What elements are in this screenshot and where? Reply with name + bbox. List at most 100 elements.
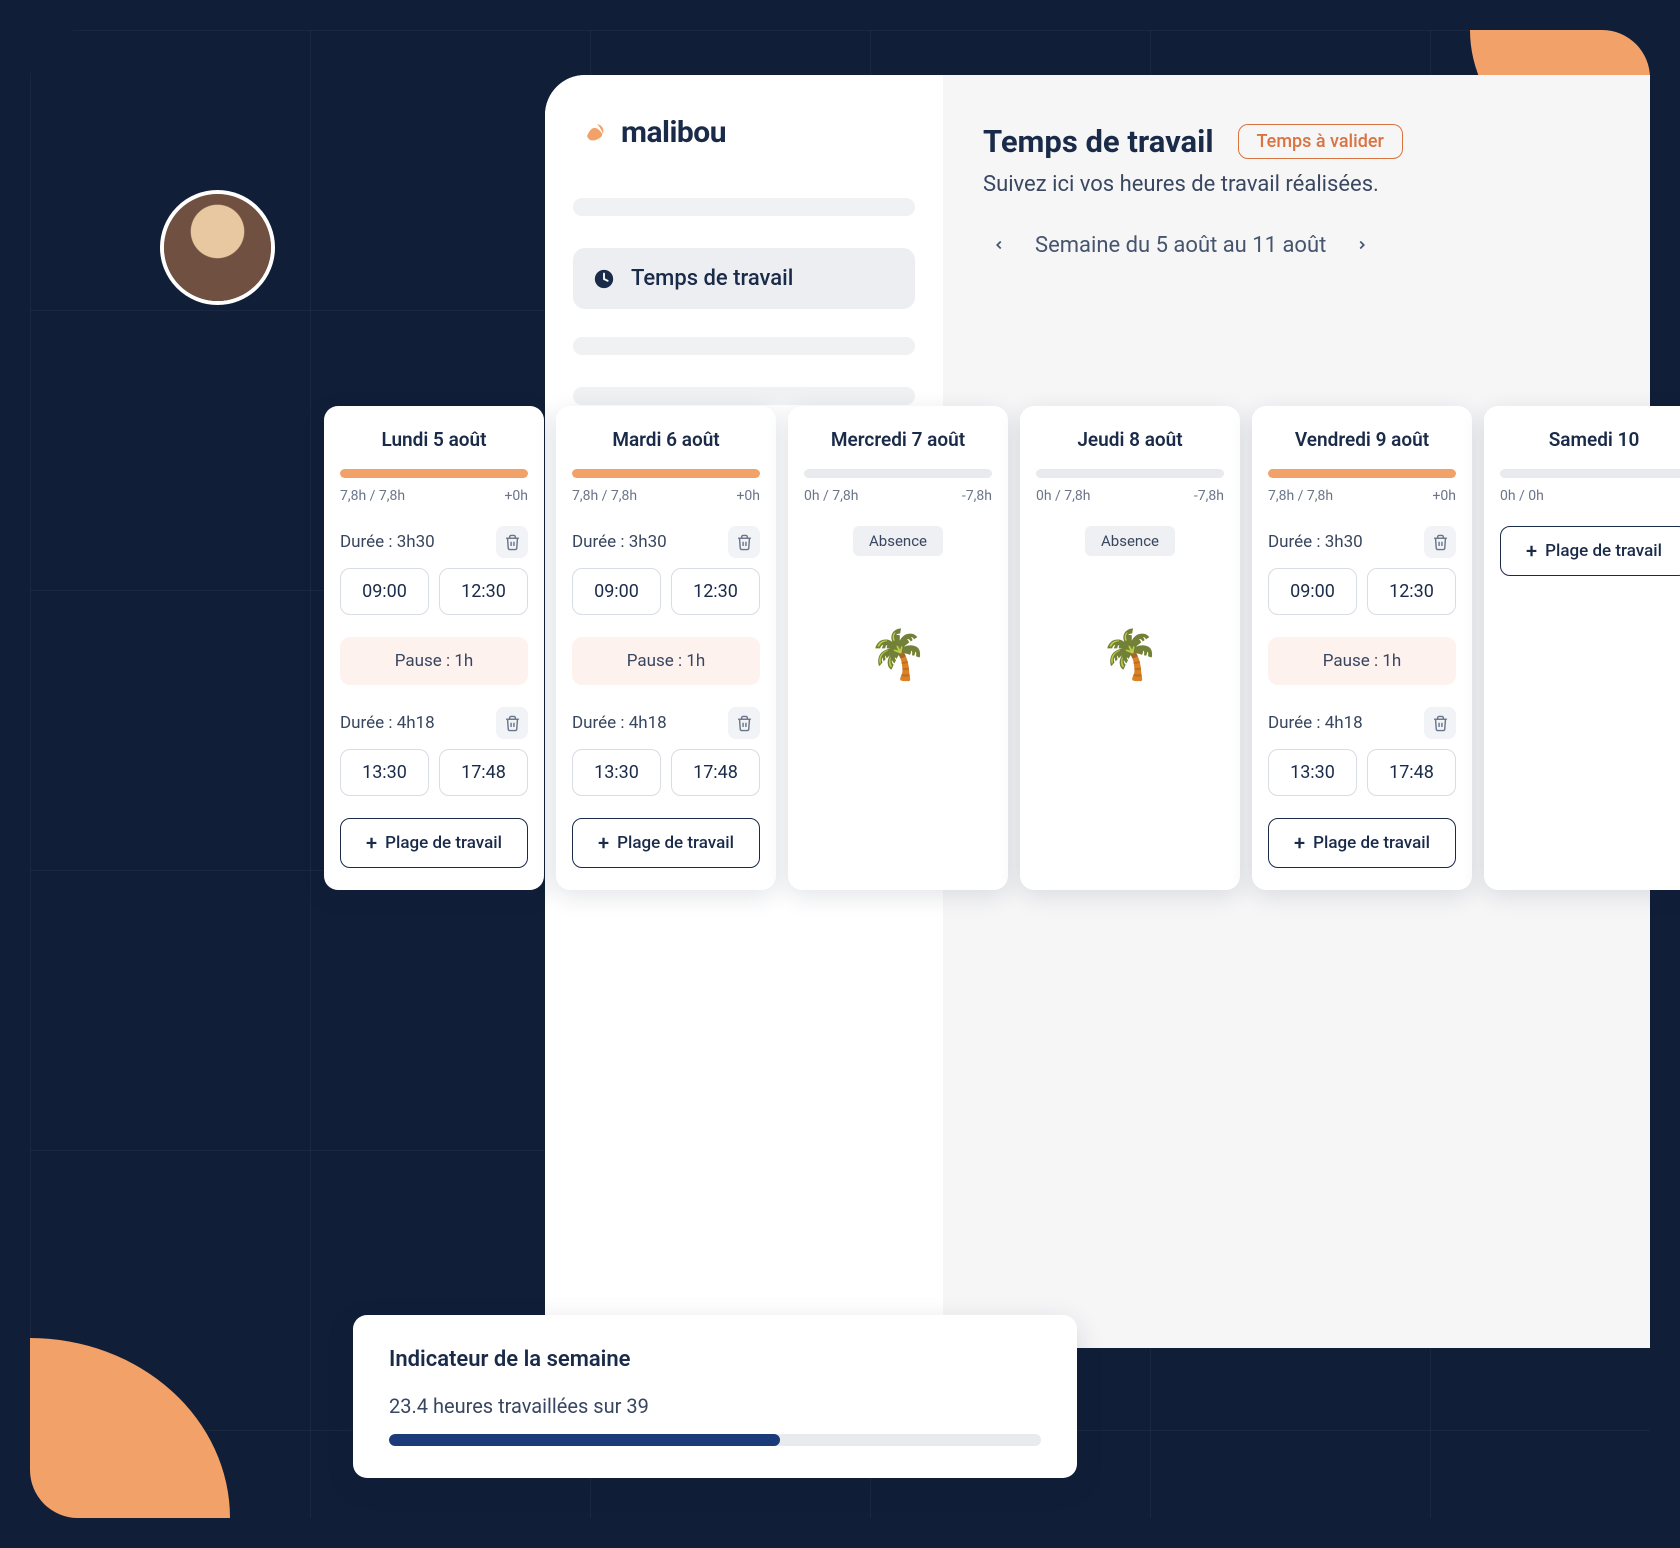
add-slot-button[interactable]: + Plage de travail [1268,818,1456,868]
add-slot-button[interactable]: +Plage de travail [340,818,528,868]
day-title: Lundi 5 août [340,428,528,451]
end-time-input[interactable]: 17:48 [671,749,760,796]
absence-badge: Absence [853,526,943,556]
day-progress-bar [1036,469,1224,478]
validate-badge[interactable]: Temps à valider [1238,124,1403,159]
delta-label: +0h [504,488,528,504]
nav-item-time-tracking[interactable]: Temps de travail [573,248,915,309]
delta-label: -7,8h [1194,488,1224,504]
start-time-input[interactable]: 13:30 [340,749,429,796]
time-inputs: 09:0012:30 [340,568,528,615]
plus-icon: + [1526,541,1537,561]
slot-duration-row: Durée : 4h18 [1268,707,1456,739]
day-title: Vendredi 9 août [1268,428,1456,451]
delete-slot-button[interactable] [1424,707,1456,739]
add-slot-label: Plage de travail [1545,541,1662,561]
day-title: Samedi 10 [1500,428,1680,451]
page-title: Temps de travail [983,123,1214,160]
day-progress-bar [572,469,760,478]
start-time-input[interactable]: 13:30 [572,749,661,796]
day-progress-bar [340,469,528,478]
logo[interactable]: malibou [573,115,915,150]
worked-label: 0h / 7,8h [1036,488,1091,504]
add-slot-button[interactable]: +Plage de travail [572,818,760,868]
day-progress-labels: 0h / 7,8h-7,8h [804,488,992,504]
day-card: Mercredi 7 août 0h / 7,8h-7,8h Absence 🌴 [788,406,1008,890]
add-slot-label: Plage de travail [617,833,734,853]
palm-tree-icon: 🌴 [804,626,992,683]
slot-duration-label: Durée : 4h18 [340,713,435,733]
prev-week-button[interactable] [983,229,1015,261]
end-time-input[interactable]: 12:30 [1367,568,1456,615]
start-time-input[interactable]: 09:00 [1268,568,1357,615]
plus-icon: + [1294,833,1305,853]
delta-label: +0h [736,488,760,504]
logo-text: malibou [621,115,726,150]
palm-tree-icon: 🌴 [1036,626,1224,683]
start-time-input[interactable]: 13:30 [1268,749,1357,796]
indicator-progress-bar [389,1434,1041,1446]
days-strip: Lundi 5 août 7,8h / 7,8h +0h Durée : 3h30 09… [324,406,1680,890]
nav-placeholder [573,198,915,216]
worked-label: 7,8h / 7,8h [1268,488,1333,504]
day-title: Mercredi 7 août [804,428,992,451]
slot-duration-row: Durée : 3h30 [340,526,528,558]
day-progress-labels: 7,8h / 7,8h +0h [1268,488,1456,504]
day-card: Mardi 6 août 7,8h / 7,8h +0h Durée : 3h30 09… [556,406,776,890]
page-subtitle: Suivez ici vos heures de travail réalisé… [983,172,1650,197]
delete-slot-button[interactable] [496,526,528,558]
day-progress-fill [572,469,760,478]
day-progress-bar [804,469,992,478]
add-slot-button[interactable]: + Plage de travail [1500,526,1680,576]
add-slot-label: Plage de travail [1313,833,1430,853]
indicator-progress-fill [389,1434,780,1446]
pause-label: Pause : 1h [1268,637,1456,685]
week-indicator-card: Indicateur de la semaine 23.4 heures tra… [353,1315,1077,1478]
slot-duration-label: Durée : 4h18 [1268,713,1363,733]
slot-duration-label: Durée : 3h30 [572,532,667,552]
start-time-input[interactable]: 09:00 [572,568,661,615]
pause-label: Pause : 1h [340,637,528,685]
slot-duration-label: Durée : 4h18 [572,713,667,733]
slot-duration-row: Durée : 4h18 [572,707,760,739]
delete-slot-button[interactable] [1424,526,1456,558]
day-progress-labels: 7,8h / 7,8h +0h [340,488,528,504]
time-inputs: 13:3017:48 [340,749,528,796]
day-card: Jeudi 8 août 0h / 7,8h -7,8h Absence 🌴 [1020,406,1240,890]
delete-slot-button[interactable] [496,707,528,739]
week-label: Semaine du 5 août au 11 août [1035,233,1326,258]
delta-label: -7,8h [962,488,992,504]
day-title: Mardi 6 août [572,428,760,451]
day-progress-fill [340,469,528,478]
day-progress-bar [1500,469,1680,478]
nav-placeholder [573,387,915,405]
day-progress-bar [1268,469,1456,478]
next-week-button[interactable] [1346,229,1378,261]
end-time-input[interactable]: 17:48 [1367,749,1456,796]
clock-icon [593,268,615,290]
absence-badge-wrap: Absence [1036,526,1224,556]
end-time-input[interactable]: 12:30 [671,568,760,615]
worked-label: 7,8h / 7,8h [340,488,405,504]
worked-label: 7,8h / 7,8h [572,488,637,504]
end-time-input[interactable]: 12:30 [439,568,528,615]
day-card: Samedi 10 0h / 0h + Plage de travail [1484,406,1680,890]
day-title: Jeudi 8 août [1036,428,1224,451]
start-time-input[interactable]: 09:00 [340,568,429,615]
time-inputs: 09:0012:30 [572,568,760,615]
day-card: Lundi 5 août 7,8h / 7,8h +0h Durée : 3h30 09… [324,406,544,890]
avatar[interactable] [160,190,275,305]
time-inputs: 13:3017:48 [572,749,760,796]
end-time-input[interactable]: 17:48 [439,749,528,796]
nav-placeholder [573,337,915,355]
slot-duration-row: Durée : 4h18 [340,707,528,739]
slot-duration-row: Durée : 3h30 [572,526,760,558]
slot-duration-label: Durée : 3h30 [1268,532,1363,552]
day-progress-labels: 0h / 0h [1500,488,1680,504]
delete-slot-button[interactable] [728,526,760,558]
slot-duration-label: Durée : 3h30 [340,532,435,552]
delta-label: +0h [1432,488,1456,504]
delete-slot-button[interactable] [728,707,760,739]
day-progress-labels: 7,8h / 7,8h +0h [572,488,760,504]
pause-label: Pause : 1h [572,637,760,685]
